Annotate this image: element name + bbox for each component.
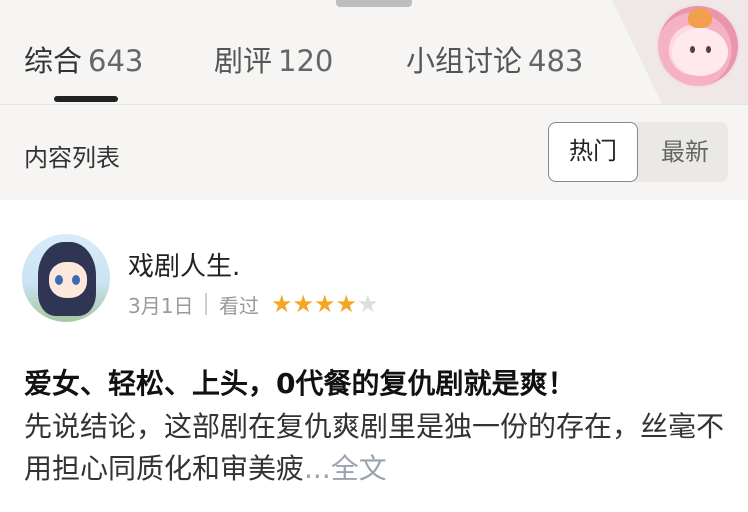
drag-handle[interactable] <box>336 0 412 7</box>
tab-label: 小组讨论 <box>406 44 523 78</box>
read-more-link[interactable]: 全文 <box>331 452 387 485</box>
avatar-eye <box>72 275 80 285</box>
ellipsis: ... <box>304 452 331 485</box>
sort-latest-button[interactable]: 最新 <box>642 122 728 182</box>
tab-count: 120 <box>278 44 334 78</box>
rating-stars: ★ ★ ★ ★ ★ <box>271 292 379 316</box>
avatar-eye <box>690 46 695 53</box>
review-card[interactable]: 戏剧人生. 3月1日 看过 ★ ★ ★ ★ ★ 爱女、轻松、上头，0代餐的复仇剧就是爽！… <box>0 200 748 512</box>
star-empty-icon: ★ <box>357 290 379 318</box>
avatar-face <box>672 28 728 76</box>
review-meta: 3月1日 看过 ★ ★ ★ ★ ★ <box>128 290 379 318</box>
tab-overview[interactable]: 综合 643 <box>24 38 143 80</box>
section-title: 内容列表 <box>24 144 120 172</box>
tab-count: 483 <box>528 44 584 78</box>
avatar-eye <box>55 275 63 285</box>
tab-count: 643 <box>88 44 144 78</box>
star-filled-icon: ★ <box>335 290 358 318</box>
tab-label: 剧评 <box>214 44 273 78</box>
star-filled-icon: ★ <box>313 290 336 318</box>
active-tab-indicator <box>54 96 118 102</box>
tab-group-discussion[interactable]: 小组讨论 483 <box>406 38 583 80</box>
review-title[interactable]: 爱女、轻松、上头，0代餐的复仇剧就是爽！ <box>24 362 576 402</box>
avatar-eye <box>706 46 711 53</box>
meta-separator <box>205 293 207 315</box>
watch-status: 看过 <box>218 293 259 318</box>
review-date: 3月1日 <box>128 293 194 318</box>
tab-label: 综合 <box>24 44 83 78</box>
user-avatar[interactable] <box>22 234 110 322</box>
sort-hot-button[interactable]: 热门 <box>548 122 638 182</box>
tab-reviews[interactable]: 剧评 120 <box>214 38 333 80</box>
user-name[interactable]: 戏剧人生. <box>128 246 240 283</box>
cat-icon <box>688 8 712 28</box>
star-filled-icon: ★ <box>270 290 293 318</box>
top-panel: 综合 643 剧评 120 小组讨论 483 内容列表 热门 最新 <box>0 0 748 200</box>
text-fade-overlay <box>560 462 748 512</box>
star-filled-icon: ★ <box>292 290 314 318</box>
divider <box>0 104 748 105</box>
sort-toggle: 热门 最新 <box>548 122 728 182</box>
profile-avatar[interactable] <box>656 4 740 88</box>
